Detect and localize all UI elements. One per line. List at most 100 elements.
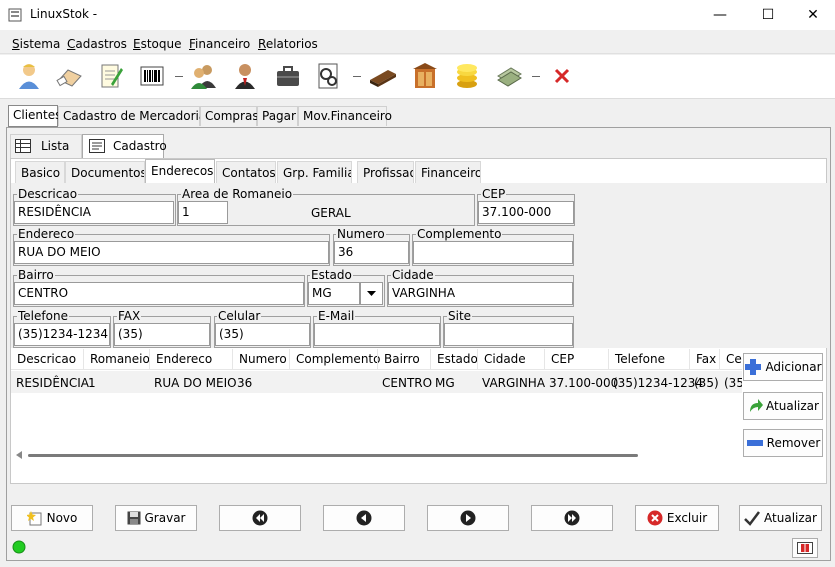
celular-input[interactable]: (35) xyxy=(215,323,310,346)
handshake-toolbar-button[interactable] xyxy=(55,61,85,91)
scrollbar-thumb[interactable] xyxy=(28,454,638,457)
grid-column-separator[interactable] xyxy=(232,349,233,369)
grid-column-separator[interactable] xyxy=(544,349,545,369)
grid-column-separator[interactable] xyxy=(608,349,609,369)
grid-header-cell[interactable]: Cidade xyxy=(484,352,526,366)
grid-cell[interactable]: MG xyxy=(435,376,455,390)
grid-cell[interactable]: (35)1234-1234 xyxy=(613,376,703,390)
numero-input[interactable]: 36 xyxy=(334,241,409,264)
grid-header-cell[interactable]: CEP xyxy=(551,352,574,366)
estado-select[interactable]: MG xyxy=(308,282,360,305)
grid-header-cell[interactable]: Fax xyxy=(696,352,716,366)
tab-mov-financeiro[interactable]: Mov.Financeiro xyxy=(298,106,392,126)
barcode-toolbar-button[interactable] xyxy=(137,61,167,91)
tab-grp-familiar[interactable]: Grp. Familiar xyxy=(277,161,352,183)
grid-column-separator[interactable] xyxy=(289,349,290,369)
minimize-button[interactable]: — xyxy=(697,0,743,30)
briefcase-toolbar-button[interactable] xyxy=(273,61,303,91)
grid-header-cell[interactable]: Numero xyxy=(239,352,287,366)
tab-clientes[interactable]: Clientes xyxy=(8,105,61,127)
adicionar-button[interactable]: Adicionar xyxy=(743,353,823,381)
tab-compras[interactable]: Compras xyxy=(200,106,259,126)
notepad-toolbar-button[interactable] xyxy=(96,61,126,91)
tab-cadastro[interactable]: Cadastro xyxy=(82,134,167,158)
menu-cadastros[interactable]: Cadastros xyxy=(67,37,127,51)
tab-financeiro[interactable]: Financeiro xyxy=(415,161,481,183)
clientes-toolbar-button[interactable] xyxy=(14,61,44,91)
grid-cell[interactable]: CENTRO xyxy=(382,376,432,390)
truck-toolbar-button[interactable] xyxy=(368,61,398,91)
grid-column-separator[interactable] xyxy=(689,349,690,369)
first-record-button[interactable] xyxy=(219,505,301,531)
report-toolbar-button[interactable] xyxy=(314,61,344,91)
coins-toolbar-button[interactable] xyxy=(452,61,482,91)
grid-header-cell[interactable]: Telefone xyxy=(615,352,665,366)
remover-button[interactable]: Remover xyxy=(743,429,823,457)
grid-column-separator[interactable] xyxy=(377,349,378,369)
cep-input[interactable]: 37.100-000 xyxy=(478,201,574,224)
grid-column-separator[interactable] xyxy=(477,349,478,369)
scroll-left-icon[interactable] xyxy=(16,451,22,459)
atualizar-button[interactable]: Atualizar xyxy=(739,505,822,531)
grid-column-separator[interactable] xyxy=(430,349,431,369)
menu-sistema[interactable]: Sistema xyxy=(12,37,60,51)
grid-cell[interactable]: 36 xyxy=(237,376,252,390)
grid-cell[interactable]: (35) xyxy=(724,376,742,390)
next-record-icon xyxy=(460,510,476,526)
telefone-input[interactable]: (35)1234-1234 xyxy=(14,323,110,346)
exit-button[interactable] xyxy=(792,538,818,558)
close-toolbar-button[interactable] xyxy=(547,61,577,91)
maximize-button[interactable]: ☐ xyxy=(745,0,791,30)
grid-header-cell[interactable]: Complemento xyxy=(296,352,380,366)
bairro-input[interactable]: CENTRO xyxy=(14,282,304,305)
storefront-toolbar-button[interactable] xyxy=(410,61,440,91)
grid-header-cell[interactable]: Endereco xyxy=(156,352,212,366)
tab-basico[interactable]: Basico xyxy=(15,161,65,183)
grid-header-cell[interactable]: Bairro xyxy=(384,352,420,366)
tab-profissao[interactable]: Profissao xyxy=(357,161,414,183)
tab-lista-label: Lista xyxy=(41,139,70,153)
tab-documentos[interactable]: Documentos xyxy=(65,161,145,183)
cidade-input[interactable]: VARGINHA xyxy=(388,282,573,305)
grid-cell[interactable]: 37.100-000 xyxy=(549,376,618,390)
excluir-button[interactable]: Excluir xyxy=(635,505,719,531)
grid-cell[interactable]: (35) xyxy=(694,376,719,390)
tab-pagar[interactable]: Pagar xyxy=(257,106,298,126)
grid-header-cell[interactable]: Romaneio xyxy=(90,352,150,366)
tab-lista[interactable]: Lista xyxy=(10,134,82,158)
last-record-button[interactable] xyxy=(531,505,613,531)
tab-contatos[interactable]: Contatos xyxy=(216,161,276,183)
previous-record-button[interactable] xyxy=(323,505,405,531)
grid-cell[interactable]: 1 xyxy=(88,376,96,390)
estado-dropdown-button[interactable] xyxy=(360,282,383,305)
grid-cell[interactable]: VARGINHA xyxy=(482,376,545,390)
next-record-button[interactable] xyxy=(427,505,509,531)
menu-estoque[interactable]: Estoque xyxy=(133,37,182,51)
grid-header-cell[interactable]: Estado xyxy=(437,352,478,366)
descricao-input[interactable]: RESIDÊNCIA xyxy=(14,201,174,224)
tab-cadastro-mercadorias[interactable]: Cadastro de Mercadorias xyxy=(58,106,213,126)
grid-column-separator[interactable] xyxy=(149,349,150,369)
romaneio-input[interactable]: 1 xyxy=(178,201,228,224)
money-toolbar-button[interactable] xyxy=(494,61,524,91)
close-window-button[interactable]: ✕ xyxy=(790,0,835,30)
menu-financeiro[interactable]: Financeiro xyxy=(189,37,250,51)
grid-column-separator[interactable] xyxy=(83,349,84,369)
grid-column-separator[interactable] xyxy=(719,349,720,369)
fax-input[interactable]: (35) xyxy=(114,323,210,346)
person-toolbar-button[interactable] xyxy=(230,61,260,91)
grid-cell[interactable]: RUA DO MEIO xyxy=(154,376,237,390)
grid-cell[interactable]: RESIDÊNCIA xyxy=(16,376,89,390)
grid-header-cell[interactable]: Cel xyxy=(726,352,742,366)
tab-enderecos[interactable]: Enderecos xyxy=(145,159,215,183)
novo-button[interactable]: Novo xyxy=(11,505,93,531)
email-input[interactable] xyxy=(314,323,440,346)
atualizar-side-button[interactable]: Atualizar xyxy=(743,392,823,420)
complemento-input[interactable] xyxy=(413,241,573,264)
endereco-input[interactable]: RUA DO MEIO xyxy=(14,241,329,264)
gravar-button[interactable]: Gravar xyxy=(115,505,197,531)
users-toolbar-button[interactable] xyxy=(188,61,218,91)
site-input[interactable] xyxy=(444,323,573,346)
menu-relatorios[interactable]: Relatorios xyxy=(258,37,318,51)
grid-header-cell[interactable]: Descricao xyxy=(17,352,76,366)
